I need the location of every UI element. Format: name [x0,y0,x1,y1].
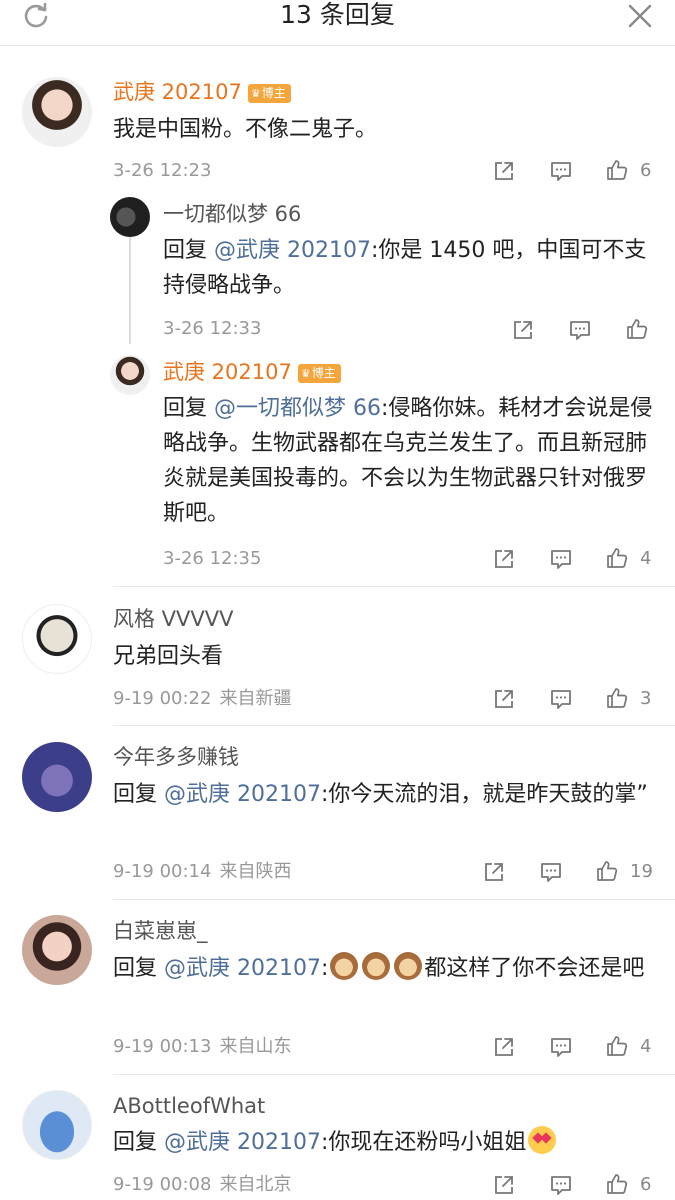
like-count: 19 [630,861,653,882]
comment-meta: 9-19 00:22 来自新疆 [113,688,291,710]
avatar[interactable] [110,197,150,237]
reply-text: 回复 @一切都似梦 66:侵略你妹。耗材才会说是侵略战争。生物武器都在乌克兰发生… [163,396,653,526]
like-icon[interactable] [605,686,629,710]
comment-text: 回复 @武庚 202107:你现在还粉吗小姐姐 [113,1125,653,1160]
avatar[interactable] [22,915,92,985]
like-icon[interactable] [605,158,629,182]
blogger-badge: ♛博主 [297,364,341,383]
comment-text: 兄弟回头看 [113,644,224,669]
comment-time: 9-19 00:22 [113,688,212,709]
avatar[interactable] [110,355,150,395]
see-no-evil-monkey-icon [330,952,359,980]
comment-meta: 9-19 00:08 来自北京 [113,1174,291,1196]
like-icon[interactable] [605,546,629,570]
divider [113,586,675,587]
divider [113,725,675,726]
comment-time: 3-26 12:23 [113,160,212,181]
divider [113,1074,675,1075]
comment-time: 9-19 00:13 [113,1036,212,1057]
comment-icon[interactable] [549,1035,573,1059]
like-count: 4 [640,1036,652,1057]
comment-time: 9-19 00:08 [113,1174,212,1195]
like-icon[interactable] [625,317,649,341]
like-count: 6 [640,1174,652,1195]
thread-line [129,234,131,344]
like-icon[interactable] [605,1034,629,1058]
comment-author[interactable]: 风格 VVVVV [113,606,234,632]
comment-text: 回复 @武庚 202107:你今天流的泪，就是昨天鼓的掌” [113,782,648,807]
comment-author[interactable]: 今年多多赚钱 [113,744,239,770]
comment-source: 来自新疆 [219,688,292,709]
comment-icon[interactable] [549,1173,573,1197]
comment-time: 9-19 00:14 [113,861,212,882]
see-no-evil-monkey-icon [362,952,391,980]
header-bar: 13 条回复 [0,0,675,46]
reply-time: 3-26 12:35 [163,548,262,569]
share-icon[interactable] [492,1035,516,1059]
avatar[interactable] [22,77,92,147]
share-icon[interactable] [511,318,535,342]
share-icon[interactable] [482,860,506,884]
comment-icon[interactable] [549,687,573,711]
comment-icon[interactable] [568,318,592,342]
like-count: 3 [640,688,652,709]
comment-icon[interactable] [549,159,573,183]
comment-meta: 9-19 00:14 来自陕西 [113,861,291,883]
see-no-evil-monkey-icon [394,952,423,980]
mention-link[interactable]: @武庚 202107 [164,782,321,807]
avatar[interactable] [22,742,92,812]
like-count: 6 [640,160,652,181]
comment-author[interactable]: ABottleofWhat [113,1093,265,1119]
comment-source: 来自山东 [219,1036,292,1057]
reply-author[interactable]: 武庚 202107 ♛博主 [163,359,341,385]
close-icon[interactable] [626,2,654,30]
comment-text: 我是中国粉。不像二鬼子。 [113,117,378,142]
like-count: 4 [640,548,652,569]
reply-author[interactable]: 一切都似梦 66 [163,201,301,227]
mention-link[interactable]: @武庚 202107 [214,238,371,263]
avatar[interactable] [22,604,92,674]
share-icon[interactable] [492,687,516,711]
heart-eyes-emoji-icon [528,1126,557,1154]
comment-text: 回复 @武庚 202107: 都这样了你不会还是吧 [113,951,653,986]
mention-link[interactable]: @武庚 202107 [164,956,321,981]
reply-time: 3-26 12:33 [163,318,262,339]
comment-icon[interactable] [549,547,573,571]
page-title: 13 条回复 [280,0,395,29]
comment-icon[interactable] [539,860,563,884]
avatar[interactable] [22,1090,92,1160]
share-icon[interactable] [492,1173,516,1197]
like-icon[interactable] [595,859,619,883]
share-icon[interactable] [492,159,516,183]
share-icon[interactable] [492,547,516,571]
mention-link[interactable]: @武庚 202107 [164,1130,321,1155]
comment-author[interactable]: 白菜崽崽_ [113,918,208,944]
blogger-badge: ♛博主 [247,84,291,103]
comment-source: 来自北京 [219,1174,292,1195]
like-icon[interactable] [605,1172,629,1196]
comment-author[interactable]: 武庚 202107 ♛博主 [113,79,291,105]
comment-source: 来自陕西 [219,861,292,882]
reply-text: 回复 @武庚 202107:你是 1450 吧，中国可不支持侵略战争。 [163,238,647,298]
mention-link[interactable]: @一切都似梦 66 [214,396,381,421]
comment-meta: 9-19 00:13 来自山东 [113,1036,291,1058]
divider [113,899,675,900]
